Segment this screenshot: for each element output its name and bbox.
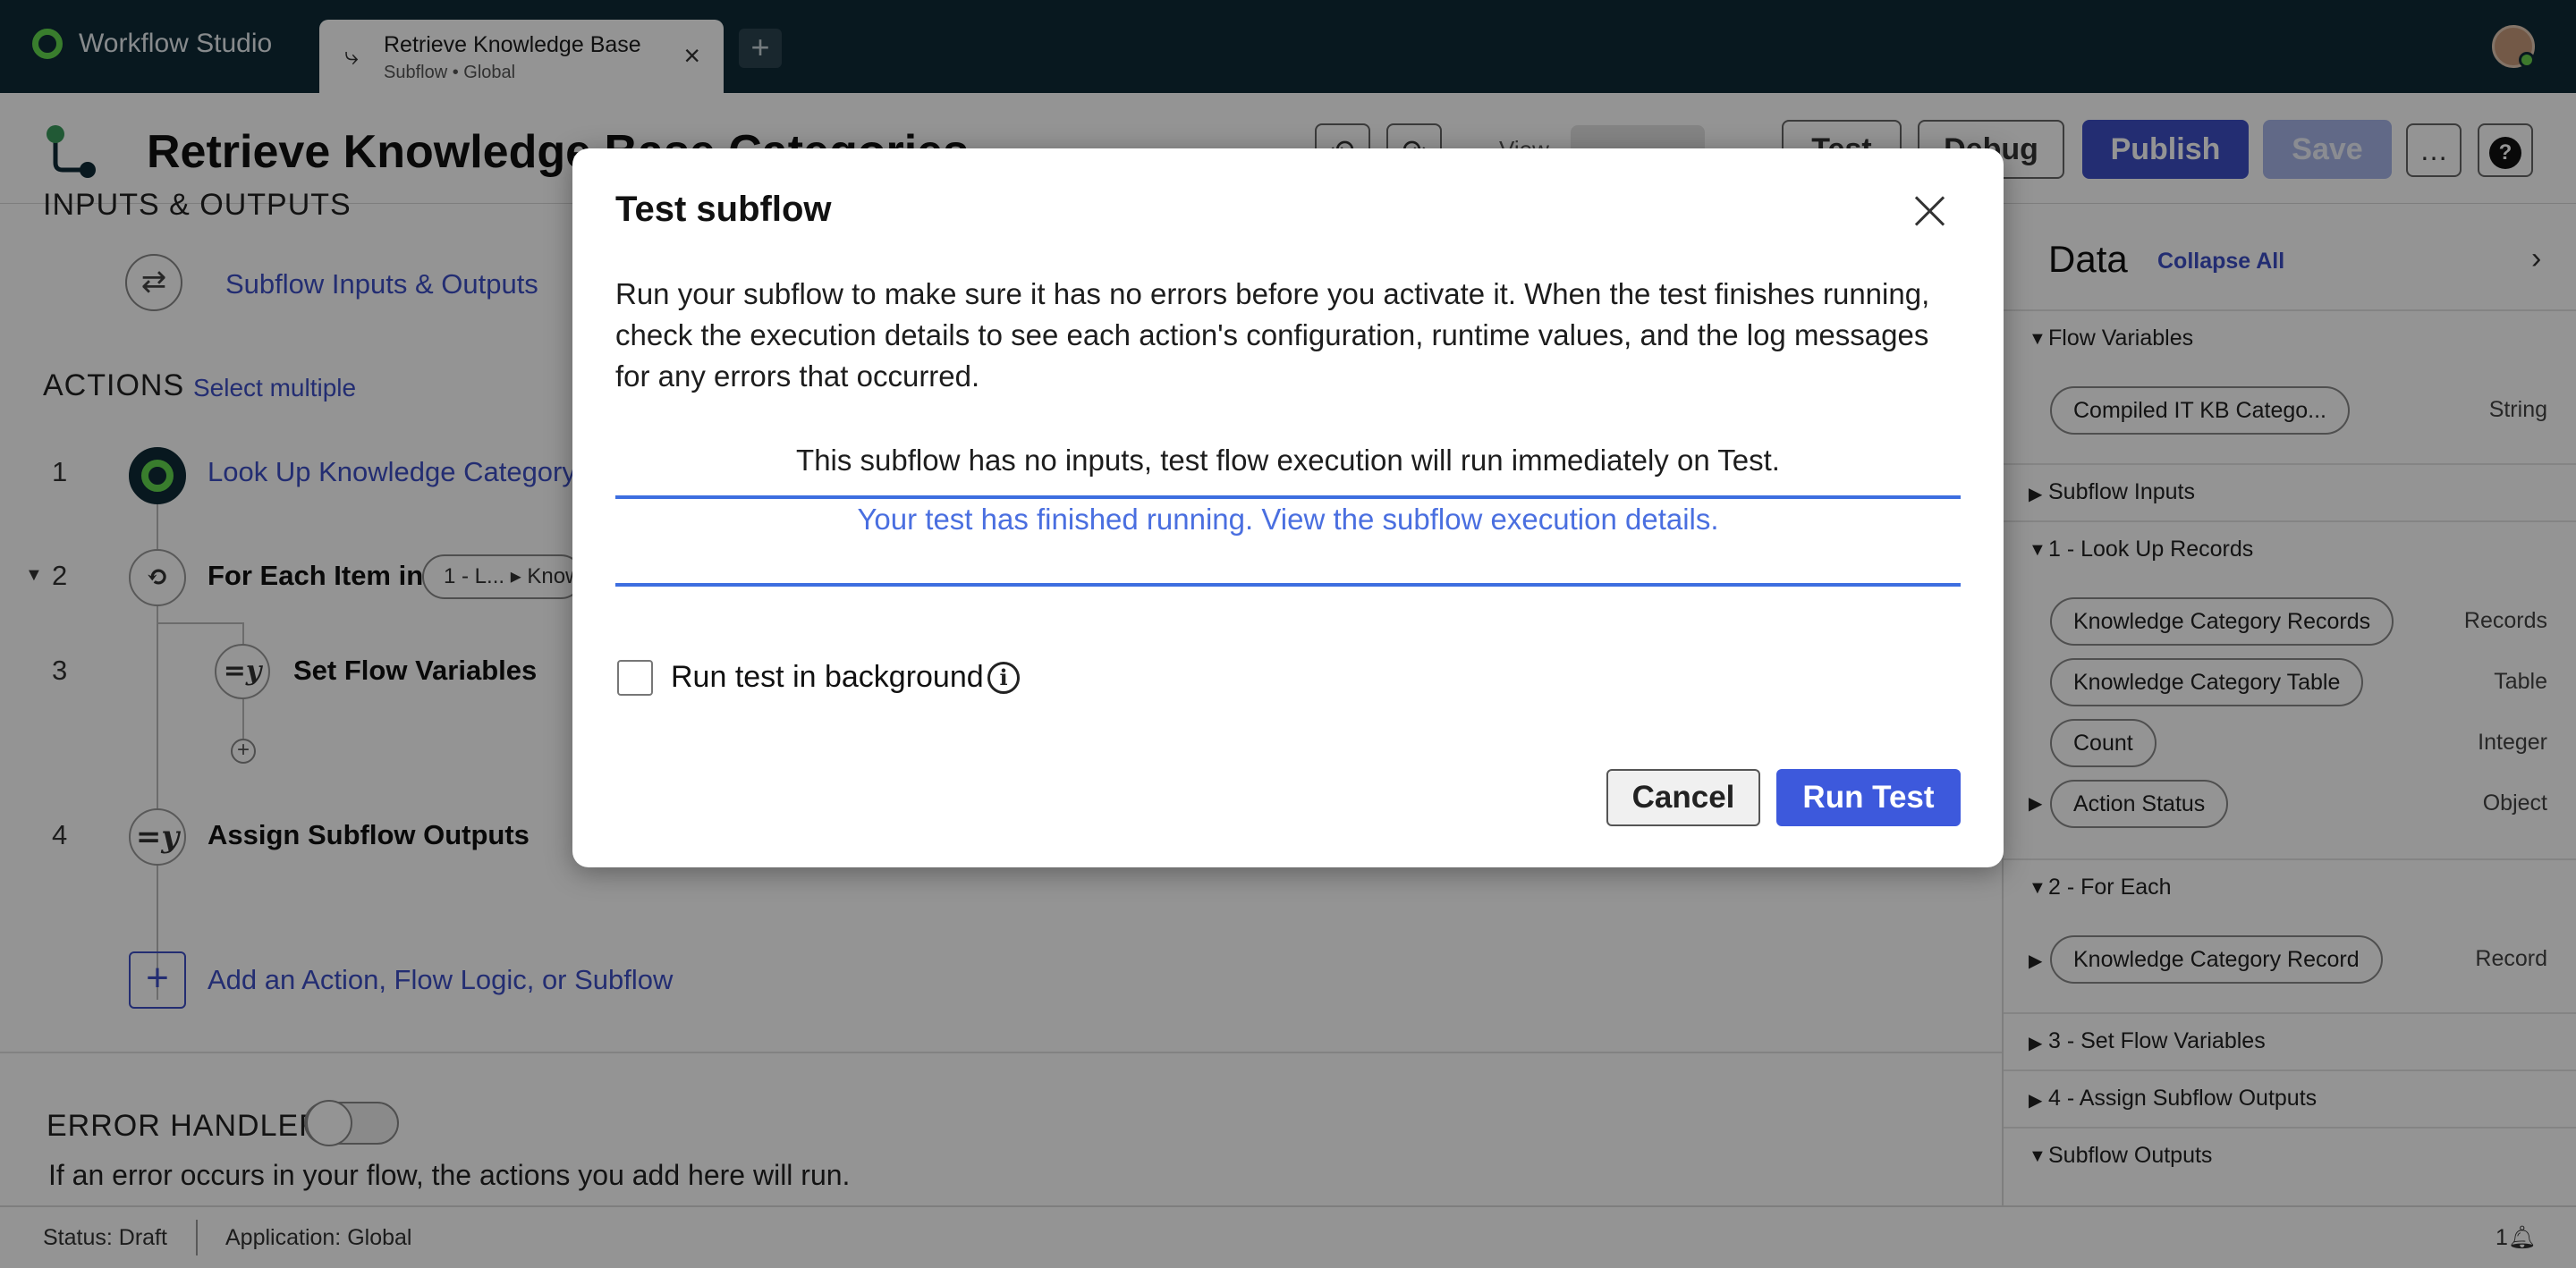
test-subflow-dialog: Test subflow Run your subflow to make su… bbox=[572, 148, 2004, 867]
divider bbox=[615, 583, 1961, 587]
no-inputs-note: This subflow has no inputs, test flow ex… bbox=[796, 444, 1780, 477]
info-icon[interactable]: i bbox=[987, 662, 1020, 694]
divider bbox=[615, 495, 1961, 499]
cancel-button[interactable]: Cancel bbox=[1606, 769, 1760, 826]
run-in-background-checkbox[interactable] bbox=[617, 660, 653, 696]
run-in-background-label[interactable]: Run test in background bbox=[671, 660, 984, 695]
run-test-button[interactable]: Run Test bbox=[1776, 769, 1961, 826]
dialog-title: Test subflow bbox=[615, 190, 832, 229]
close-icon[interactable] bbox=[1912, 193, 1948, 229]
execution-details-link[interactable]: Your test has finished running. View the… bbox=[615, 503, 1961, 537]
dialog-description: Run your subflow to make sure it has no … bbox=[615, 277, 1930, 393]
